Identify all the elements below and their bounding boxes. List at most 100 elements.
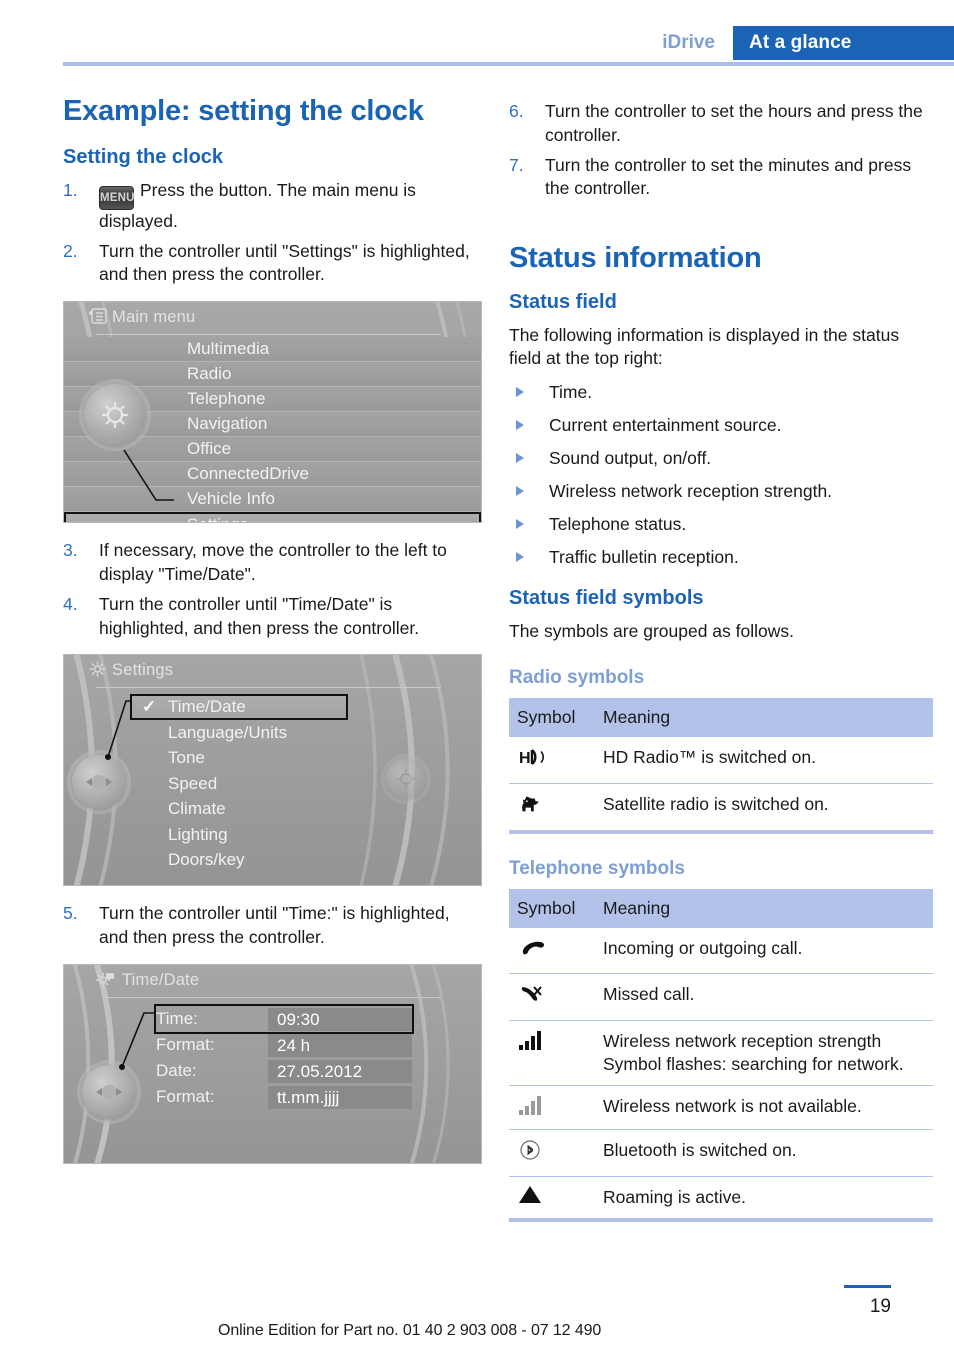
header-divider	[63, 62, 954, 66]
step-item: 1. MENU Press the button. The main menu i…	[63, 179, 483, 234]
symbol-cell	[509, 927, 595, 975]
meaning-cell: Satellite radio is switched on.	[595, 783, 933, 834]
column-header-meaning: Meaning	[595, 888, 933, 928]
table-row: Bluetooth is switched on.	[509, 1129, 933, 1178]
bluetooth-icon	[519, 1139, 541, 1161]
steps-list-2: 3. If necessary, move the controller to …	[63, 539, 483, 640]
triangle-bullet-icon	[516, 518, 524, 529]
step-text: Turn the controller until "Time:" is hig…	[99, 903, 450, 948]
status-field-intro: The following information is displayed i…	[509, 325, 900, 369]
meaning-cell: Wireless network is not available.	[595, 1085, 933, 1131]
step-number: 3.	[63, 540, 78, 561]
step-number: 5.	[63, 903, 78, 924]
meaning-cell: Missed call.	[595, 973, 933, 1022]
list-item-text: Time.	[549, 381, 593, 402]
table-row: Incoming or outgoing call.	[509, 927, 933, 975]
triangle-bullet-icon	[516, 386, 524, 397]
hd-radio-icon: H	[519, 746, 553, 768]
step-text: Turn the controller until "Settings" is …	[99, 240, 470, 285]
screenshot-main-menu: Main menu Multimedia Radio Telephone Nav…	[63, 301, 482, 524]
symbol-cell	[509, 973, 595, 1022]
list-item-text: Sound output, on/off.	[549, 447, 712, 468]
header-section-label: iDrive	[662, 26, 733, 60]
callout-leader-line	[119, 1012, 154, 1071]
callout-leader-line	[105, 700, 132, 761]
table-header-row: Symbol Meaning	[509, 698, 933, 738]
column-header-symbol: Symbol	[509, 698, 595, 738]
list-item-text: Wireless network reception strength.	[549, 480, 833, 501]
symbol-cell	[509, 783, 595, 834]
list-item: Telephone status.	[509, 513, 933, 536]
triangle-bullet-icon	[516, 485, 524, 496]
phone-handset-icon	[519, 937, 549, 959]
table-row: Wireless network reception strength Symb…	[509, 1020, 933, 1086]
section-heading-setting-the-clock: Setting the clock	[63, 145, 224, 168]
heading-status-field: Status field	[509, 291, 617, 314]
table-row: Roaming is active.	[509, 1176, 933, 1222]
satellite-radio-dog-icon	[519, 793, 543, 815]
footer-edition-text: Online Edition for Part no. 01 40 2 903 …	[218, 1322, 602, 1339]
table-telephone-symbols: Symbol Meaning Incoming or outgoing call…	[509, 888, 933, 1222]
table-row: Missed call.	[509, 973, 933, 1022]
steps-list-right: 6. Turn the controller to set the hours …	[509, 100, 933, 201]
signal-bars-unavailable-icon	[519, 1095, 541, 1115]
meaning-cell: Bluetooth is switched on.	[595, 1129, 933, 1178]
step-number: 1.	[63, 179, 78, 200]
symbol-cell	[509, 1129, 595, 1178]
svg-text:H: H	[519, 750, 531, 767]
step-text: If necessary, move the controller to the…	[99, 540, 447, 585]
table-row: H HD Radio™ is switched on.	[509, 737, 933, 785]
meaning-cell: Wireless network reception strength Symb…	[595, 1020, 933, 1086]
symbol-cell: H	[509, 737, 595, 785]
step-item: 5. Turn the controller until "Time:" is …	[63, 902, 483, 950]
list-item-text: Telephone status.	[549, 513, 687, 534]
column-header-meaning: Meaning	[595, 698, 933, 738]
step-text: Press the button. The main menu is displ…	[99, 179, 416, 231]
screenshot-settings: Settings ✓ Time/Date Language/Units Tone…	[63, 654, 482, 887]
right-column: 6. Turn the controller to set the hours …	[509, 96, 933, 1222]
roaming-triangle-icon	[519, 1186, 541, 1204]
list-item-text: Current entertainment source.	[549, 414, 782, 435]
heading-radio-symbols: Radio symbols	[509, 667, 645, 689]
step-item: 6. Turn the controller to set the hours …	[509, 100, 933, 148]
list-item: Time.	[509, 381, 933, 404]
table-header-row: Symbol Meaning	[509, 888, 933, 928]
table-row: Satellite radio is switched on.	[509, 783, 933, 834]
signal-bars-full-icon	[519, 1030, 541, 1051]
status-bullet-list: Time. Current entertainment source. Soun…	[509, 381, 933, 570]
missed-call-icon	[519, 983, 549, 1005]
triangle-bullet-icon	[516, 552, 524, 563]
meaning-cell: HD Radio™ is switched on.	[595, 737, 933, 785]
callout-leader-line	[123, 449, 174, 502]
symbol-cell	[509, 1085, 595, 1131]
header-section-text: iDrive	[662, 32, 715, 53]
step-number: 4.	[63, 593, 78, 614]
steps-list-3: 5. Turn the controller until "Time:" is …	[63, 902, 483, 950]
step-item: 2. Turn the controller until "Settings" …	[63, 240, 483, 288]
step-item: 4. Turn the controller until "Time/Date"…	[63, 593, 483, 641]
step-text: Turn the controller until "Time/Date" is…	[99, 593, 420, 638]
symbol-cell	[509, 1020, 595, 1086]
screenshot-time-date: Time/Date Time: 09:30 Format: 24 h Date:…	[63, 964, 482, 1165]
step-number: 6.	[509, 101, 524, 121]
left-column: Example: setting the clock Setting the c…	[63, 95, 483, 1180]
step-text: Turn the controller to set the hours and…	[545, 101, 923, 145]
step-item: 7. Turn the controller to set the minute…	[509, 154, 933, 202]
list-item: Current entertainment source.	[509, 414, 933, 437]
list-item: Traffic bulletin reception.	[509, 546, 933, 569]
step-number: 2.	[63, 240, 78, 261]
heading-telephone-symbols: Telephone symbols	[509, 857, 685, 879]
page-title: Example: setting the clock	[63, 95, 424, 127]
header-chapter-tab: At a glance	[733, 26, 954, 60]
step-number: 7.	[509, 154, 524, 175]
page-header: iDrive At a glance	[0, 0, 954, 66]
header-chapter-text: At a glance	[749, 32, 852, 53]
heading-status-field-symbols: Status field symbols	[509, 587, 704, 610]
section-title-status-information: Status information	[509, 242, 762, 275]
page-number: 19	[869, 1296, 891, 1317]
step-text: Turn the controller to set the minutes a…	[545, 154, 912, 199]
page-number-rule	[844, 1285, 891, 1288]
column-header-symbol: Symbol	[509, 888, 595, 928]
list-item-text: Traffic bulletin reception.	[549, 547, 739, 568]
meaning-cell: Incoming or outgoing call.	[595, 927, 933, 975]
